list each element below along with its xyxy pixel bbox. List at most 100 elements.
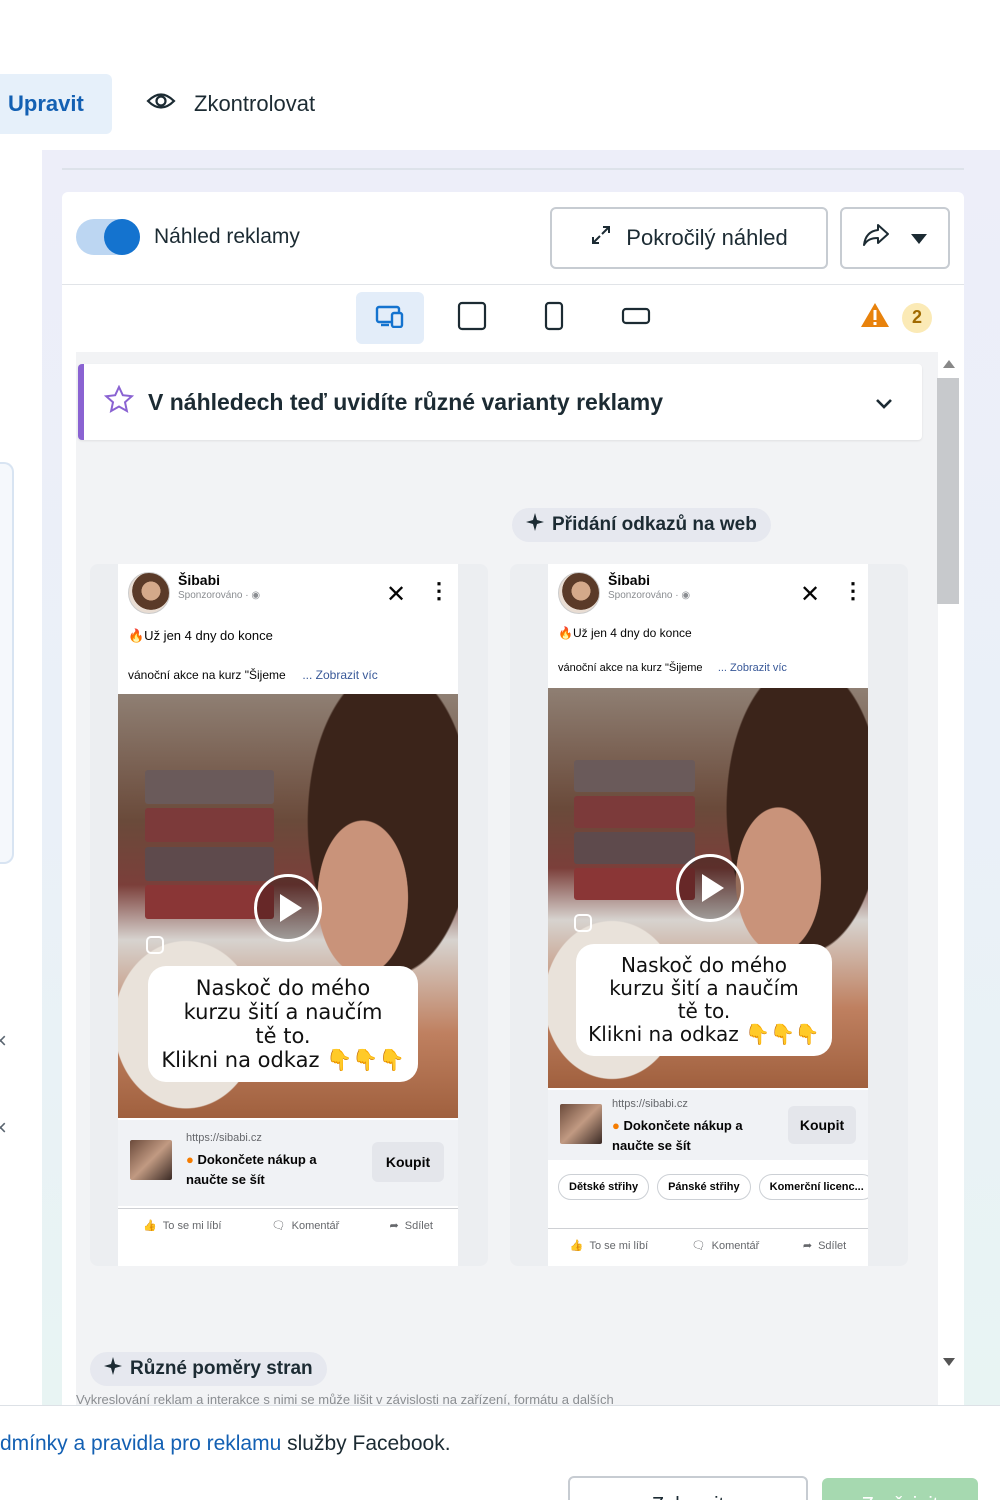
ad-preview-card-2[interactable]: Šibabi Sponzorováno · ◉ ✕ ⋮ 🔥Už jen 4 dn…: [510, 564, 908, 1266]
chevron-down-icon[interactable]: [874, 390, 894, 417]
cta-thumbnail: [560, 1104, 602, 1144]
preview-scroll-area[interactable]: V náhledech teď uvidíte různé varianty r…: [76, 352, 938, 1405]
post-actions: 👍 To se mi líbí 🗨 Komentář ➦ Sdílet: [548, 1228, 868, 1252]
all-placements-icon: [375, 304, 405, 333]
facebook-post: Šibabi Sponzorováno · ◉ ✕ ⋮ 🔥Už jen 4 dn…: [118, 564, 458, 1266]
sponsored-label: Sponzorováno · ◉: [178, 590, 261, 601]
post-header: Šibabi Sponzorováno · ◉: [128, 572, 260, 614]
close-icon[interactable]: ×: [0, 1028, 7, 1054]
see-more-link[interactable]: ... Zobrazit víc: [718, 662, 787, 674]
close-icon[interactable]: ×: [0, 1115, 7, 1141]
scroll-down-icon[interactable]: [943, 1358, 955, 1366]
post-actions: 👍 To se mi líbí 🗨 Komentář ➦ Sdílet: [118, 1208, 458, 1232]
page-name: Šibabi: [608, 572, 651, 588]
tab-review[interactable]: Zkontrolovat: [146, 74, 315, 134]
preview-description: Vykreslování reklam a interakce s nimi s…: [76, 1392, 614, 1406]
like-button[interactable]: 👍 To se mi líbí: [143, 1219, 221, 1233]
star-icon: [103, 384, 135, 419]
close-icon[interactable]: ✕: [800, 580, 820, 609]
share-dropdown-button[interactable]: [840, 207, 950, 269]
advanced-preview-label: Pokročilý náhled: [626, 225, 788, 250]
cta-title: ● Dokončete nákup a naučte se šít: [186, 1152, 317, 1187]
post-text-line2: vánoční akce na kurz "Šijeme ... Zobrazi…: [558, 662, 787, 674]
square-format-button[interactable]: [438, 292, 506, 344]
ad-preview-card-1[interactable]: Šibabi Sponzorováno · ◉ ✕ ⋮ 🔥Už jen 4 dn…: [90, 564, 488, 1266]
chevron-down-icon: [910, 225, 928, 251]
video-caption: Naskoč do mého kurzu šití a naučím tě to…: [148, 966, 418, 1082]
warning-icon: [860, 302, 890, 333]
share-button[interactable]: ➦ Sdílet: [802, 1239, 846, 1253]
thumbs-up-icon: 👍: [143, 1220, 157, 1232]
tag[interactable]: Komerční licenc...: [758, 1174, 868, 1200]
facebook-post: Šibabi Sponzorováno · ◉ ✕ ⋮ 🔥Už jen 4 dn…: [548, 564, 868, 1266]
more-options-icon[interactable]: ⋮: [842, 578, 864, 604]
cta-url: https://sibabi.cz: [186, 1132, 262, 1144]
warning-count-badge: 2: [902, 302, 932, 333]
toggle-knob: [104, 219, 140, 255]
banner-text: V náhledech teď uvidíte různé varianty r…: [148, 388, 664, 415]
divider: [62, 168, 964, 170]
top-bar: Upravit Zkontrolovat: [0, 0, 1000, 150]
video-thumbnail[interactable]: Naskoč do mého kurzu šití a naučím tě to…: [548, 688, 868, 1088]
cta-title: ● Dokončete nákup a naučte se šít: [612, 1118, 743, 1153]
scrollbar-thumb[interactable]: [937, 378, 959, 604]
chip-ratios-label: Různé poměry stran: [130, 1358, 313, 1379]
chip-website-links: Přidání odkazů na web: [512, 508, 771, 542]
secondary-footer-button[interactable]: Zobrazit: [568, 1476, 808, 1500]
page-name: Šibabi: [178, 572, 221, 588]
square-icon: [457, 301, 487, 336]
tab-edit[interactable]: Upravit: [0, 74, 112, 134]
footer: dmínky a pravidla pro reklamu služby Fac…: [0, 1405, 1000, 1500]
cta-url: https://sibabi.cz: [612, 1098, 688, 1110]
all-placements-button[interactable]: [356, 292, 424, 344]
thumbs-up-icon: 👍: [569, 1240, 584, 1252]
buy-button[interactable]: Koupit: [372, 1142, 444, 1182]
globe-icon: ◉: [681, 590, 691, 601]
share-icon: ➦: [802, 1240, 813, 1252]
close-icon[interactable]: ✕: [386, 580, 406, 609]
tab-review-label: Zkontrolovat: [194, 91, 316, 116]
ad-preview-toggle[interactable]: [76, 219, 140, 255]
buy-button[interactable]: Koupit: [788, 1106, 856, 1144]
tag[interactable]: Pánské střihy: [657, 1174, 751, 1200]
post-text-line1: 🔥Už jen 4 dny do konce: [128, 628, 273, 643]
instagram-icon: [574, 914, 592, 932]
sparkle-icon: [104, 1357, 122, 1381]
publish-button[interactable]: Zveřejnit: [822, 1478, 978, 1500]
comment-button[interactable]: 🗨 Komentář: [691, 1239, 760, 1253]
terms-link[interactable]: dmínky a pravidla pro reklamu: [0, 1432, 281, 1455]
vertical-format-button[interactable]: [520, 292, 588, 344]
expand-icon: [590, 224, 612, 252]
scroll-up-icon[interactable]: [943, 360, 955, 368]
comment-icon: 🗨: [271, 1220, 286, 1232]
play-icon[interactable]: [676, 854, 744, 922]
share-button[interactable]: ➦ Sdílet: [389, 1219, 433, 1233]
comment-icon: 🗨: [691, 1240, 706, 1252]
avatar: [558, 572, 600, 614]
vertical-icon: [544, 301, 564, 336]
like-button[interactable]: 👍 To se mi líbí: [569, 1239, 648, 1253]
advanced-preview-button[interactable]: Pokročilý náhled: [550, 207, 828, 269]
terms-text: dmínky a pravidla pro reklamu služby Fac…: [0, 1432, 451, 1455]
instagram-icon: [146, 936, 164, 954]
horizontal-format-button[interactable]: [602, 292, 670, 344]
catalog-tags: Dětské střihy Pánské střihy Komerční lic…: [558, 1174, 868, 1200]
sparkle-icon: [526, 513, 544, 537]
post-header: Šibabi Sponzorováno · ◉: [558, 572, 690, 614]
play-icon[interactable]: [254, 874, 322, 942]
tab-edit-label: Upravit: [8, 91, 84, 116]
video-thumbnail[interactable]: Naskoč do mého kurzu šití a naučím tě to…: [118, 694, 458, 1118]
video-caption: Naskoč do mého kurzu šití a naučím tě to…: [576, 944, 832, 1056]
warnings-indicator[interactable]: 2: [860, 302, 932, 333]
share-icon: ➦: [389, 1220, 399, 1232]
comment-button[interactable]: 🗨 Komentář: [271, 1219, 340, 1233]
cta-section: https://sibabi.cz ● Dokončete nákup a nau…: [118, 1120, 458, 1206]
eye-icon: [146, 91, 176, 117]
see-more-link[interactable]: ... Zobrazit víc: [302, 668, 377, 682]
variants-info-banner[interactable]: V náhledech teď uvidíte různé varianty r…: [78, 364, 922, 440]
more-options-icon[interactable]: ⋮: [428, 578, 450, 604]
cta-section: https://sibabi.cz ● Dokončete nákup a nau…: [548, 1090, 868, 1160]
tag[interactable]: Dětské střihy: [558, 1174, 650, 1200]
horizontal-icon: [621, 306, 651, 331]
globe-icon: ◉: [251, 590, 261, 601]
